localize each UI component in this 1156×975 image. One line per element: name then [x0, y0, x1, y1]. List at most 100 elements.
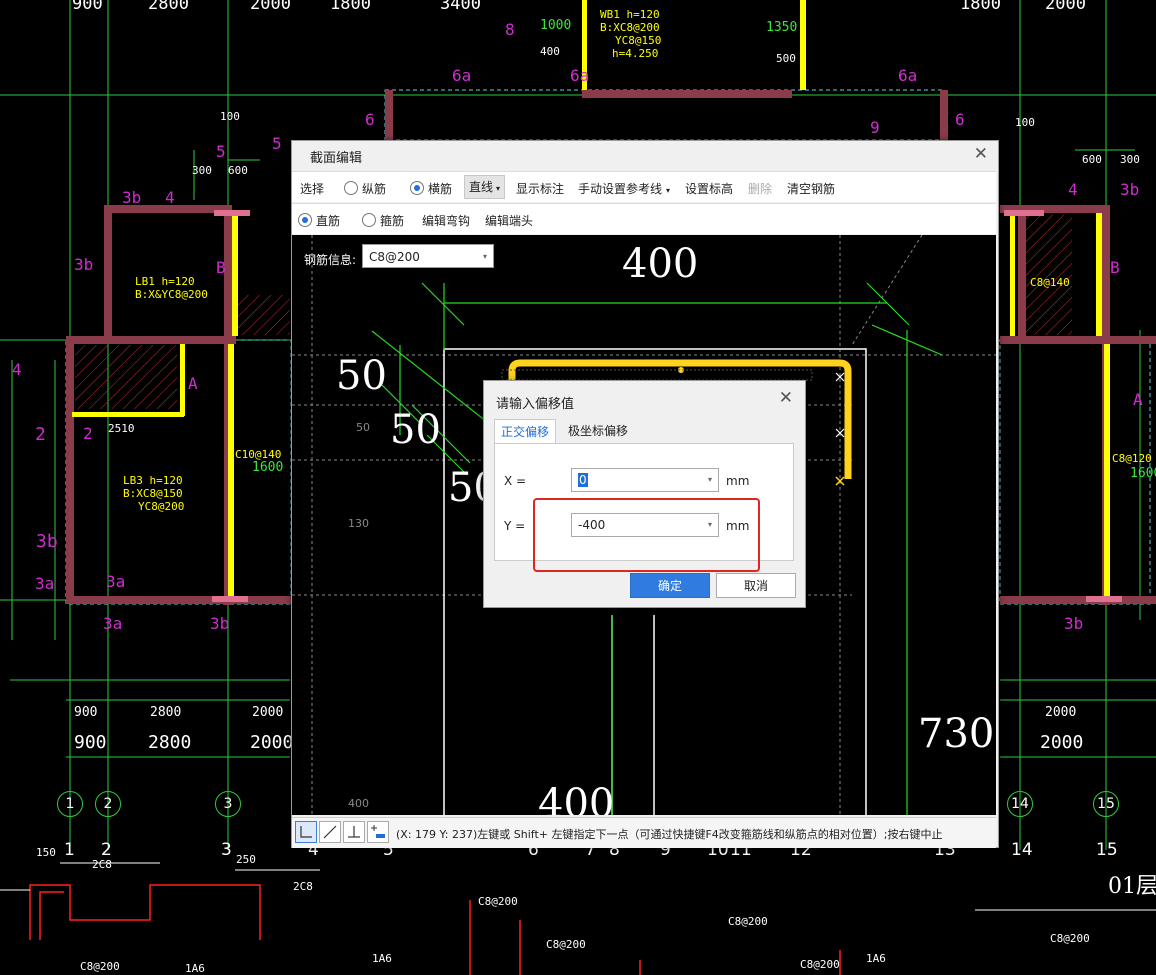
note-wb1-h: h=4.250	[612, 47, 659, 60]
radio-off-icon	[362, 213, 376, 227]
toolbar-primary: 选择 纵筋 横筋 直线 ▾ 显示标注 手动设置参考线 ▾ 设置标高 删除 清空钢筋	[292, 171, 996, 202]
dim-top-1800: 1800	[330, 0, 371, 14]
small-dim-400: 400	[348, 797, 369, 810]
line-snap-icon[interactable]	[319, 821, 341, 843]
chevron-down-icon: ▾	[666, 186, 671, 195]
rebar-info-value: C8@200	[369, 250, 420, 264]
label-8: 8	[505, 20, 515, 39]
dim-600: 600	[228, 164, 248, 177]
label-r-9: 9	[870, 118, 880, 137]
label-2b: 2	[83, 424, 93, 443]
small-dim-130: 130	[348, 517, 369, 530]
label-6a-mid: 6a	[570, 66, 590, 85]
tab-orthogonal-offset[interactable]: 正交偏移	[494, 419, 557, 444]
dim-text-730: 730	[918, 711, 995, 757]
chevron-down-icon: ▾	[707, 475, 712, 484]
label-3b-3: 3b	[36, 531, 58, 552]
transverse-radio[interactable]: 横筋	[410, 180, 452, 197]
label-r-6: 6	[955, 110, 965, 129]
dim-mid-900: 900	[74, 732, 107, 753]
note-c8-140: C8@140	[1030, 276, 1070, 289]
note-c8-200-a: C8@200	[80, 960, 120, 973]
note-lb1: LB1 h=120	[135, 275, 195, 288]
perp-glyph	[348, 826, 360, 838]
perpendicular-snap-icon[interactable]	[343, 821, 365, 843]
orthogonal-snap-icon[interactable]	[295, 821, 317, 843]
dim-top-2800: 2800	[148, 0, 189, 14]
note-wb1-x: B:XC8@200	[600, 21, 660, 34]
longitudinal-label: 纵筋	[362, 182, 387, 196]
edit-hook-button[interactable]: 编辑弯钩	[422, 212, 470, 229]
label-6: 6	[365, 110, 375, 129]
rebar-info-label: 钢筋信息:	[304, 253, 357, 267]
cancel-button[interactable]: 取消	[716, 573, 796, 598]
straight-label: 直筋	[316, 214, 341, 228]
label-4: 4	[165, 188, 175, 207]
longitudinal-radio[interactable]: 纵筋	[344, 180, 386, 197]
dim-1a6-2: 1A6	[372, 952, 392, 965]
x-offset-input[interactable]: 0 ▾	[571, 468, 719, 492]
y-label: Y =	[504, 519, 526, 533]
rebar-info-select[interactable]: C8@200 ▾	[362, 244, 494, 268]
show-dims-button[interactable]: 显示标注	[516, 180, 564, 197]
dim-100: 100	[220, 110, 240, 123]
status-bar: (X: 179 Y: 237)左键或 Shift+ 左键指定下一点（可通过快捷键…	[292, 817, 996, 848]
select-button[interactable]: 选择	[300, 180, 324, 197]
set-elevation-button[interactable]: 设置标高	[685, 180, 733, 197]
axis-lower-3: 3	[221, 840, 232, 860]
note-lb1-rebar: B:X&YC8@200	[135, 288, 208, 301]
label-r-4: 4	[1068, 180, 1078, 199]
close-icon[interactable]: ✕	[779, 388, 793, 408]
label-3b-2: 3b	[74, 255, 94, 274]
stirrup-label: 箍筋	[380, 214, 405, 228]
status-text: (X: 179 Y: 237)左键或 Shift+ 左键指定下一点（可通过快捷键…	[396, 828, 943, 841]
clear-rebar-button[interactable]: 清空钢筋	[787, 180, 835, 197]
label-3a: 3a	[35, 574, 55, 593]
note-c8-200-e: C8@200	[800, 958, 840, 971]
dim-300: 300	[192, 164, 212, 177]
line-type-dropdown[interactable]: 直线 ▾	[464, 175, 506, 199]
label-5: 5	[272, 134, 282, 153]
label-r-3b-2: 3b	[1064, 614, 1084, 633]
ortho-glyph	[300, 826, 312, 838]
straight-radio[interactable]: 直筋	[298, 212, 340, 229]
dim-text-400-top: 400	[622, 241, 699, 287]
dim-text-50-b: 50	[390, 407, 441, 453]
label-r-A: A	[1133, 390, 1143, 409]
label-5b: 5	[216, 142, 226, 161]
dim-mid-2000-r: 2000	[1040, 732, 1084, 753]
section-editor-title: 截面编辑	[310, 151, 363, 166]
label-3b: 3b	[122, 188, 142, 207]
dim-mid-s-2000-r: 2000	[1045, 705, 1077, 720]
ok-button[interactable]: 确定	[630, 573, 710, 598]
section-editor-title-bar[interactable]: 截面编辑 ✕	[292, 141, 998, 168]
close-icon[interactable]: ✕	[974, 144, 988, 164]
small-dim-50: 50	[356, 421, 370, 434]
dim-top-3400: 3400	[440, 0, 481, 14]
dim-mid-2000: 2000	[250, 732, 294, 753]
manual-ref-line-dropdown[interactable]: 手动设置参考线 ▾	[578, 180, 670, 197]
offset-input-dialog: 请输入偏移值 ✕ 正交偏移 极坐标偏移 X = 0 ▾ mm Y = -400 …	[483, 380, 806, 608]
dim-2510: 2510	[108, 422, 135, 435]
dim-1a6-3: 1A6	[866, 952, 886, 965]
label-3a-2: 3a	[106, 572, 126, 591]
tab-polar-offset[interactable]: 极坐标偏移	[562, 419, 634, 443]
label-4-2: 4	[12, 360, 22, 379]
highlight-box	[533, 498, 760, 572]
add-point-icon[interactable]	[367, 821, 389, 843]
dim-150: 150	[36, 846, 56, 859]
dim-mid-s-2000: 2000	[252, 705, 284, 720]
x-offset-value: 0	[578, 473, 588, 487]
offset-dialog-title: 请输入偏移值	[496, 397, 575, 412]
edit-end-button[interactable]: 编辑端头	[485, 212, 533, 229]
dim-text-50-a: 50	[336, 353, 387, 399]
stirrup-radio[interactable]: 箍筋	[362, 212, 404, 229]
note-c8-200-b: C8@200	[478, 895, 518, 908]
note-wb1: WB1 h=120	[600, 8, 660, 21]
chevron-down-icon: ▾	[496, 184, 501, 193]
axis-lower-1: 1	[64, 840, 75, 860]
floor-title: 01层顶	[1108, 874, 1156, 899]
delete-button[interactable]: 删除	[748, 180, 772, 197]
label-6a: 6a	[452, 66, 472, 85]
dim-2c8-2: 2C8	[293, 880, 313, 893]
